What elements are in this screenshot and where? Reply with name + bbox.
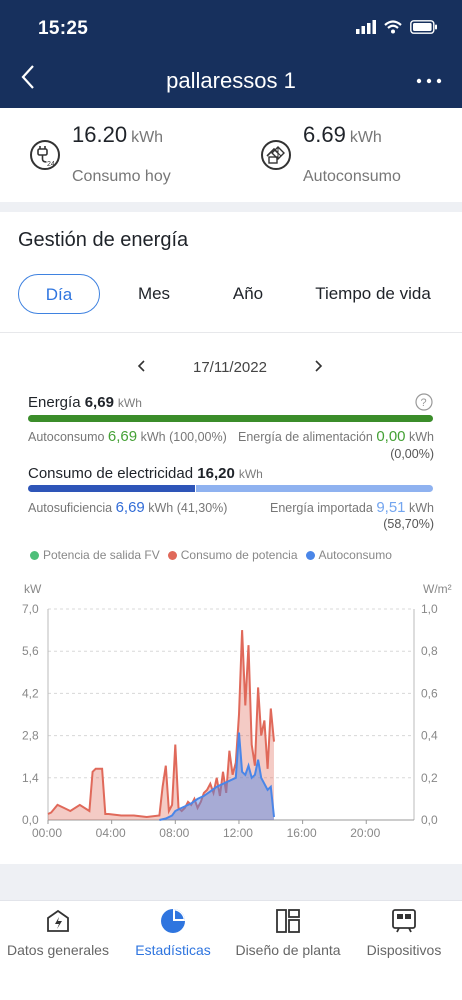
chevron-right-icon [315, 360, 323, 372]
x-tick-label: 08:00 [159, 826, 189, 840]
legend-dot [30, 551, 39, 561]
bottom-tab-bar: Datos generales Estadísticas Diseño de p… [0, 900, 462, 1000]
tab-diseno-de-planta[interactable]: Diseño de planta [230, 907, 346, 969]
svg-text:?: ? [421, 397, 427, 409]
x-tick-label: 04:00 [96, 826, 126, 840]
x-tick-label: 20:00 [350, 826, 380, 840]
solar-home-icon [261, 140, 291, 170]
y-left-unit-label: kW [24, 582, 42, 596]
status-icons [356, 20, 438, 34]
date-selector: 17/11/2022 [0, 354, 462, 382]
y-right-tick-label: 0,0 [421, 813, 438, 827]
pie-chart-icon [159, 907, 187, 935]
current-date[interactable]: 17/11/2022 [193, 359, 267, 376]
x-tick-label: 00:00 [32, 826, 62, 840]
tab-datos-generales[interactable]: Datos generales [0, 907, 116, 969]
legend-item-autoconsumo[interactable]: Autoconsumo [305, 548, 392, 562]
battery-icon [410, 20, 437, 34]
consumo-bar-importada [196, 485, 433, 492]
y-right-tick-label: 0,2 [421, 771, 438, 785]
summary-consumo-value: 16.20 kWh [72, 122, 164, 147]
divider [0, 332, 462, 333]
status-time: 15:25 [38, 18, 89, 39]
summary-autoconsumo: 6.69 kWh Autoconsumo [261, 108, 462, 202]
signal-icon [356, 20, 376, 34]
x-tick-label: 16:00 [287, 826, 317, 840]
power-chart[interactable]: kW W/m² 0,0 0,0 1,4 0,2 2,8 0,4 4,2 0,6 5,6 0,8 7,0 1… [18, 576, 456, 846]
consumo-bar-autosuficiencia [28, 485, 196, 492]
energy-management-panel: Gestión de energía Día Mes Año Tiempo de… [0, 212, 462, 864]
next-date-button[interactable] [313, 354, 325, 384]
layout-icon [274, 907, 302, 935]
svg-text:24: 24 [47, 161, 55, 168]
y-left-tick-label: 4,2 [22, 686, 39, 700]
y-left-tick-label: 1,4 [22, 771, 39, 785]
importada-stat: Energía importada 9,51 kWh [269, 499, 434, 516]
legend-item-fv[interactable]: Potencia de salida FV [30, 548, 160, 562]
y-left-tick-label: 2,8 [22, 729, 39, 743]
dashboard-icon [44, 907, 72, 935]
y-right-tick-label: 0,8 [421, 644, 438, 658]
summary-autoconsumo-label: Autoconsumo [303, 168, 401, 185]
prev-date-button[interactable] [135, 354, 147, 384]
autosuficiencia-stat: Autosuficiencia 6,69 kWh (41,30%) [28, 499, 228, 516]
tab-dia[interactable]: Día [18, 274, 100, 314]
period-tabs: Día Mes Año Tiempo de vida [0, 274, 462, 322]
panel-title: Gestión de energía [18, 229, 189, 251]
energy-bar-fill [28, 415, 433, 422]
consumo-title: Consumo de electricidad 16,20 kWh [28, 465, 263, 482]
more-icon [416, 78, 442, 84]
wifi-icon [384, 20, 402, 34]
tab-tiempo-de-vida[interactable]: Tiempo de vida [306, 274, 440, 314]
summary-card: 24 16.20 kWh Consumo hoy 6.69 kWh Autocons… [0, 108, 462, 202]
energy-title: Energía 6,69 kWh [28, 394, 142, 411]
y-right-tick-label: 0,4 [421, 729, 438, 743]
y-left-tick-label: 0,0 [22, 813, 39, 827]
y-right-tick-label: 1,0 [421, 602, 438, 616]
summary-consumo: 24 16.20 kWh Consumo hoy [30, 108, 250, 202]
autoconsumo-stat: Autoconsumo 6,69 kWh (100,00%) [28, 428, 227, 445]
alimentacion-stat: Energía de alimentación 0,00 kWh [238, 428, 434, 445]
page-title: pallaressos 1 [166, 68, 296, 93]
chevron-left-icon [137, 360, 145, 372]
plug-24h-icon: 24 [30, 140, 60, 170]
tab-mes[interactable]: Mes [118, 274, 190, 314]
summary-autoconsumo-value: 6.69 kWh [303, 122, 382, 147]
energy-bar [28, 415, 433, 422]
tab-ano[interactable]: Año [212, 274, 284, 314]
tab-dispositivos[interactable]: Dispositivos [346, 907, 462, 969]
x-tick-label: 12:00 [223, 826, 253, 840]
app-header: 15:25 pallaressos 1 [0, 0, 462, 108]
help-icon: ? [415, 393, 433, 411]
legend-dot [305, 551, 315, 561]
consumo-bar [28, 485, 433, 492]
y-right-tick-label: 0,6 [421, 686, 438, 700]
y-left-tick-label: 5,6 [22, 644, 39, 658]
y-left-tick-label: 7,0 [22, 602, 39, 616]
legend-item-consumo[interactable]: Consumo de potencia [167, 548, 298, 562]
more-options-button[interactable] [416, 63, 442, 91]
summary-consumo-label: Consumo hoy [72, 168, 171, 185]
help-button[interactable]: ? [415, 393, 433, 416]
chart-legend: Potencia de salida FV Consumo de potenci… [30, 548, 392, 562]
importada-pct: (58,70%) [383, 517, 434, 531]
legend-dot [167, 551, 177, 561]
alimentacion-pct: (0,00%) [390, 447, 434, 461]
y-right-unit-label: W/m² [423, 582, 452, 596]
spacer [0, 864, 462, 900]
devices-icon [390, 907, 418, 935]
tab-estadisticas[interactable]: Estadísticas [115, 907, 231, 969]
